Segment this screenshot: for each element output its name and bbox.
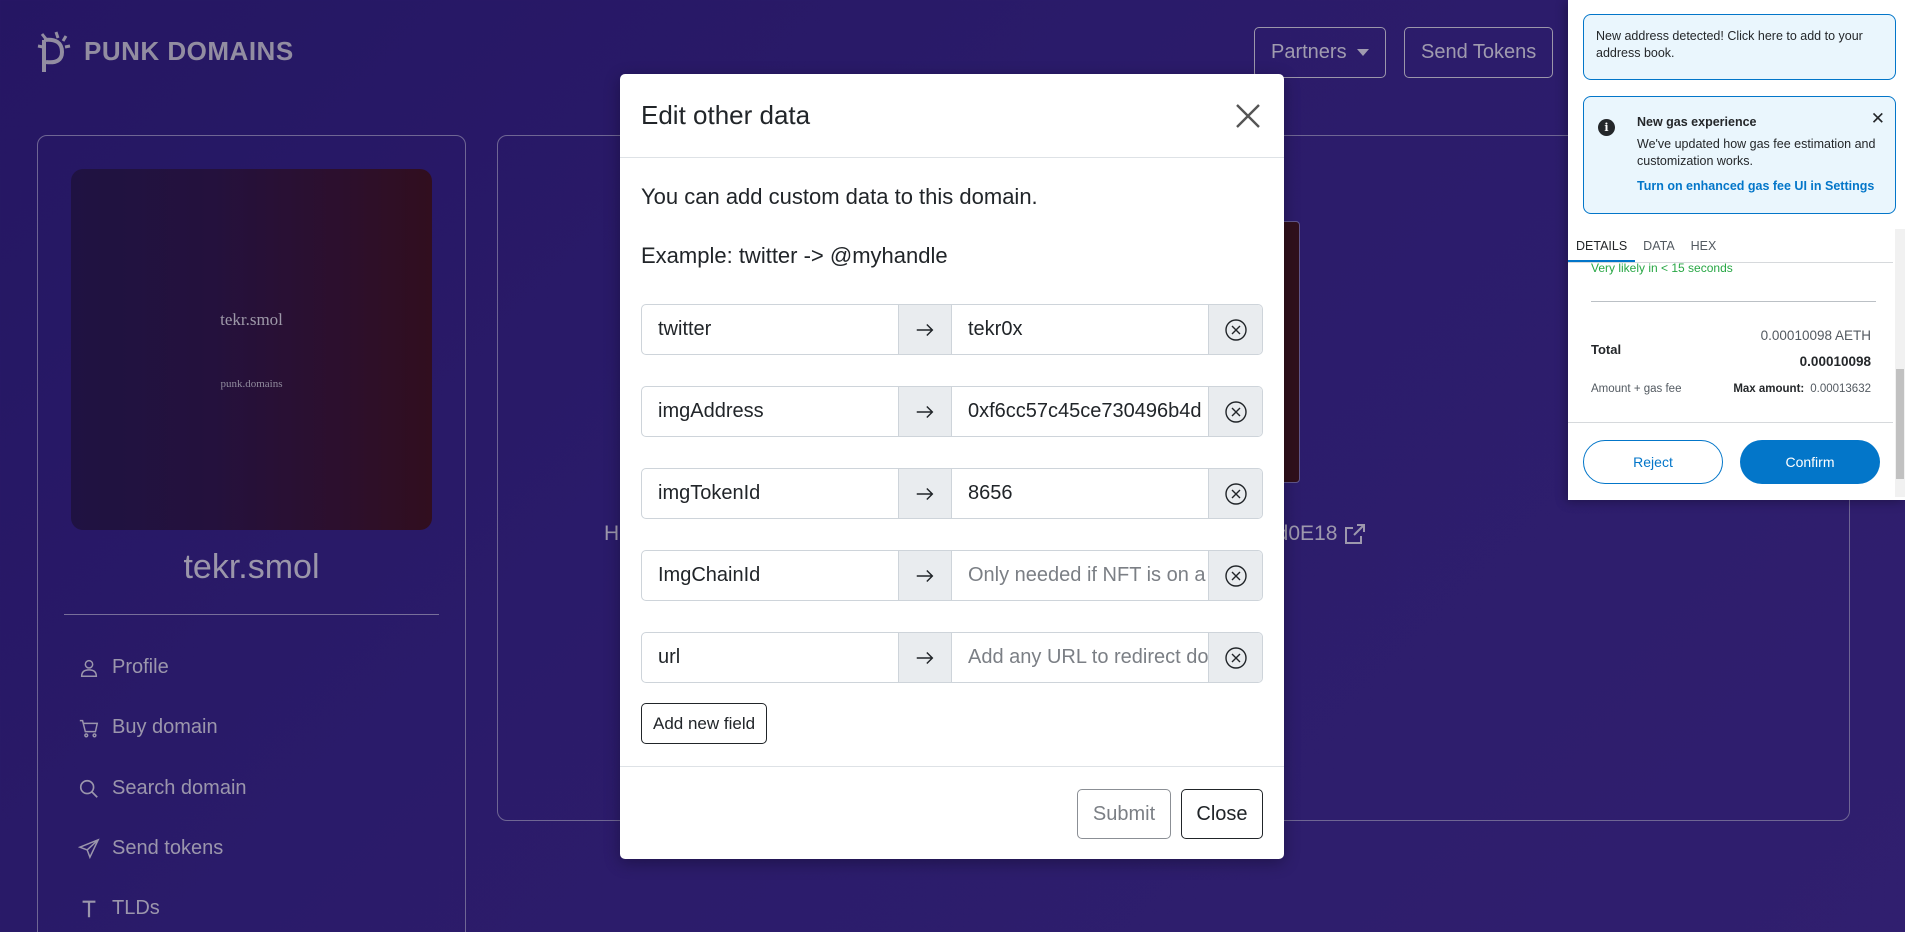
total-label: Total (1591, 342, 1622, 357)
example-text: Example: twitter -> @myhandle (641, 243, 948, 268)
remove-circle-icon (1224, 482, 1247, 505)
wallet-popup: New address detected! Click here to add … (1568, 0, 1905, 500)
field-value-input[interactable]: 8656 (952, 469, 1209, 518)
max-amount-value: 0.00013632 (1810, 383, 1871, 395)
field-key-input[interactable]: url (642, 633, 899, 682)
modal-body: You can add custom data to this domain. … (620, 184, 1284, 269)
custom-field-row: ImgChainId Only needed if NFT is on a (641, 550, 1263, 601)
remove-field-button[interactable] (1209, 305, 1262, 354)
total-bold-value: 0.00010098 (1799, 354, 1871, 369)
modal-footer: Submit Close (620, 766, 1284, 859)
wallet-footer-divider (1568, 422, 1893, 423)
remove-circle-icon (1224, 564, 1247, 587)
close-icon[interactable] (1233, 101, 1263, 131)
field-key-input[interactable]: twitter (642, 305, 899, 354)
field-key-input[interactable]: imgTokenId (642, 469, 899, 518)
modal-title: Edit other data (641, 100, 811, 130)
notice-title: New gas experience (1637, 115, 1757, 129)
field-key-input[interactable]: ImgChainId (642, 551, 899, 600)
close-icon[interactable]: ✕ (1871, 109, 1885, 129)
remove-circle-icon (1224, 646, 1247, 669)
remove-field-button[interactable] (1209, 633, 1262, 682)
arrow-right-icon (899, 305, 952, 354)
field-key-input[interactable]: imgAddress (642, 387, 899, 436)
intro-text: You can add custom data to this domain. (641, 184, 1038, 209)
info-icon: i (1598, 119, 1615, 136)
tab-hex[interactable]: HEX (1683, 229, 1725, 262)
max-amount: Max amount: 0.00013632 (1733, 383, 1871, 395)
arrow-right-icon (899, 633, 952, 682)
reject-button[interactable]: Reject (1583, 440, 1723, 484)
new-address-notice[interactable]: New address detected! Click here to add … (1583, 14, 1896, 80)
custom-field-row: twitter tekr0x (641, 304, 1263, 355)
confirm-button[interactable]: Confirm (1740, 440, 1880, 484)
remove-field-button[interactable] (1209, 551, 1262, 600)
remove-circle-icon (1224, 400, 1247, 423)
field-value-input[interactable]: 0xf6cc57c45ce730496b4d (952, 387, 1209, 436)
remove-circle-icon (1224, 318, 1247, 341)
amount-gas-label: Amount + gas fee (1591, 383, 1682, 395)
remove-field-button[interactable] (1209, 469, 1262, 518)
edit-other-data-modal: Edit other data You can add custom data … (620, 74, 1284, 859)
scrollbar-thumb[interactable] (1896, 369, 1904, 479)
gas-estimate-time: Very likely in < 15 seconds (1591, 261, 1733, 275)
field-value-input[interactable]: Only needed if NFT is on a (952, 551, 1209, 600)
tab-details[interactable]: DETAILS (1568, 229, 1636, 262)
close-button[interactable]: Close (1181, 789, 1263, 839)
remove-field-button[interactable] (1209, 387, 1262, 436)
modal-header: Edit other data (620, 74, 1284, 158)
max-amount-label: Max amount: (1733, 383, 1805, 395)
wallet-tabs: DETAILS DATA HEX (1568, 229, 1893, 263)
arrow-right-icon (899, 387, 952, 436)
gas-experience-notice: i ✕ New gas experience We've updated how… (1583, 96, 1896, 214)
enhanced-gas-settings-link[interactable]: Turn on enhanced gas fee UI in Settings (1637, 179, 1883, 193)
field-value-input[interactable]: Add any URL to redirect do (952, 633, 1209, 682)
custom-field-row: imgTokenId 8656 (641, 468, 1263, 519)
add-new-field-button[interactable]: Add new field (641, 703, 768, 744)
field-value-input[interactable]: tekr0x (952, 305, 1209, 354)
custom-field-row: url Add any URL to redirect do (641, 632, 1263, 683)
submit-button[interactable]: Submit (1077, 789, 1171, 839)
tab-data[interactable]: DATA (1635, 229, 1682, 262)
arrow-right-icon (899, 469, 952, 518)
wallet-scrollbar[interactable] (1895, 229, 1905, 497)
arrow-right-icon (899, 551, 952, 600)
notice-body: We've updated how gas fee estimation and… (1637, 137, 1876, 168)
custom-field-row: imgAddress 0xf6cc57c45ce730496b4d (641, 386, 1263, 437)
wallet-divider (1591, 301, 1876, 302)
total-value: 0.00010098 AETH (1760, 328, 1871, 343)
